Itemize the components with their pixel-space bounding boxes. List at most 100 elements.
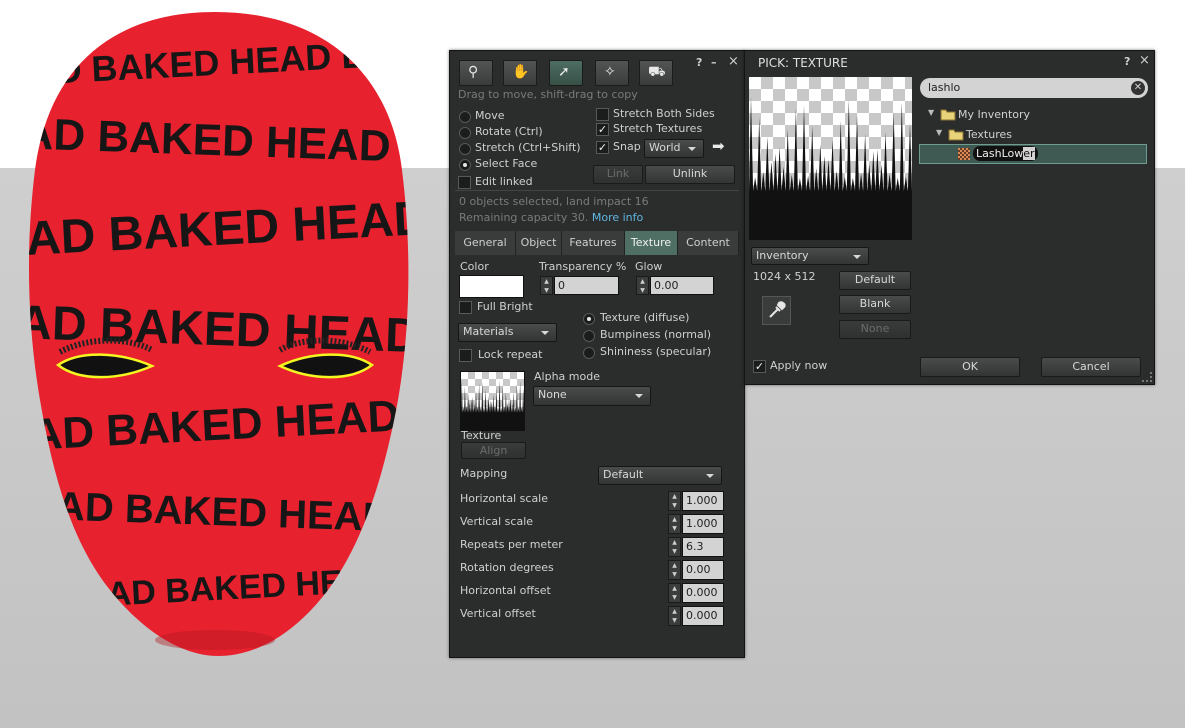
shininess-radio[interactable] [583,347,595,359]
cancel-button[interactable]: Cancel [1041,357,1141,377]
diffuse-radio[interactable] [583,313,595,325]
focus-tool[interactable]: ⚲ [459,60,493,86]
transparency-spinner[interactable]: ▲ ▼ [540,276,553,295]
snap-mode-select[interactable]: World [644,139,704,158]
divider [455,190,739,191]
help-button[interactable]: ? [696,56,702,69]
color-swatch[interactable] [459,275,524,298]
horizontal-offset-label: Horizontal offset [460,584,551,597]
lock-repeat-checkbox[interactable] [459,349,472,362]
land-tool[interactable]: ⛟ [639,60,673,86]
materials-select[interactable]: Materials [458,323,557,342]
clear-search-icon[interactable]: ✕ [1131,81,1145,95]
none-button[interactable]: None [839,320,911,339]
apply-now-checkbox[interactable]: ✓ [753,360,766,373]
tab-texture[interactable]: Texture [625,231,678,255]
link-button[interactable]: Link [593,165,643,184]
stretch-textures-checkbox[interactable]: ✓ [596,123,609,136]
texture-preview [749,77,912,240]
tree-item-selected[interactable]: LashLower [919,144,1147,164]
glow-input[interactable]: 0.00 [650,276,714,295]
texture-label: Texture [461,429,502,442]
tab-content[interactable]: Content [678,231,739,255]
diffuse-label: Texture (diffuse) [600,311,690,324]
glow-spinner[interactable]: ▲ ▼ [636,276,649,295]
glow-label: Glow [635,260,663,273]
tree-root-label[interactable]: My Inventory [958,108,1030,121]
picker-close-button[interactable]: × [1139,53,1150,68]
hand-icon: ✋ [512,64,530,80]
magnifier-icon: ⚲ [468,64,479,80]
select-face-label: Select Face [475,157,538,170]
vertical-scale-input[interactable]: 1.000 [682,514,724,534]
stretch-textures-label: Stretch Textures [613,122,703,135]
rotation-degrees-input[interactable]: 0.00 [682,560,724,580]
edit-linked-checkbox[interactable] [458,176,471,189]
transparency-input[interactable]: 0 [554,276,619,295]
align-button[interactable]: Align [461,442,526,459]
snap-checkbox[interactable]: ✓ [596,141,609,154]
tab-general[interactable]: General [455,231,516,255]
move-tool[interactable]: ✋ [503,60,537,86]
horizontal-offset-spinner[interactable]: ▲ ▼ [668,583,681,603]
full-bright-checkbox[interactable] [459,301,472,314]
rotate-radio[interactable] [459,127,471,139]
stretch-both-checkbox[interactable] [596,108,609,121]
lock-repeat-label: Lock repeat [478,348,543,361]
texture-thumbnail[interactable] [460,371,525,431]
vertical-scale-label: Vertical scale [460,515,534,528]
tab-features[interactable]: Features [562,231,625,255]
tree-item-label: LashLower [973,146,1038,161]
ok-button[interactable]: OK [920,357,1020,377]
texture-dimensions: 1024 x 512 [753,270,816,283]
expand-arrow-icon[interactable]: ▼ [928,108,934,117]
mapping-label: Mapping [460,467,508,480]
tab-object[interactable]: Object [516,231,562,255]
vertical-offset-input[interactable]: 0.000 [682,606,724,626]
horizontal-offset-input[interactable]: 0.000 [682,583,724,603]
more-info-link[interactable]: More info [592,211,643,224]
unlink-button[interactable]: Unlink [645,165,735,184]
tree-folder-label[interactable]: Textures [966,128,1012,141]
baked-head-model[interactable]: HEAD BAKED HEAD BAKEDHEAD BAKED HEAD BAK… [0,0,440,728]
picker-title: PICK: TEXTURE [758,56,848,70]
item-label-suffix: er [1023,147,1035,160]
source-select[interactable]: Inventory [751,247,869,265]
edit-tool[interactable]: ➚ [549,60,583,86]
alpha-mode-select[interactable]: None [533,386,651,406]
snap-label: Snap [613,140,641,153]
item-label-prefix: LashL [976,147,1008,160]
picker-help-button[interactable]: ? [1124,55,1130,68]
minimize-button[interactable]: – [711,56,717,69]
search-input[interactable]: lashlo ✕ [920,78,1148,98]
bumpiness-label: Bumpiness (normal) [600,328,712,341]
vertical-offset-spinner[interactable]: ▲ ▼ [668,606,681,626]
repeats-per-meter-spinner[interactable]: ▲ ▼ [668,537,681,557]
eyedropper-button[interactable] [762,296,791,325]
rotation-degrees-spinner[interactable]: ▲ ▼ [668,560,681,580]
lash-base [749,217,912,240]
full-bright-label: Full Bright [477,300,533,313]
close-button[interactable]: × [728,54,739,69]
magic-wand-icon: ✧ [604,64,616,80]
resize-handle-icon[interactable] [1142,372,1152,382]
repeats-per-meter-input[interactable]: 6.3 [682,537,724,557]
bumpiness-radio[interactable] [583,330,595,342]
expand-arrow-icon[interactable]: ▼ [936,128,942,137]
default-button[interactable]: Default [839,271,911,290]
vertical-scale-spinner[interactable]: ▲ ▼ [668,514,681,534]
pointer-icon: ➚ [558,64,570,80]
create-tool[interactable]: ✧ [595,60,629,86]
mapping-select[interactable]: Default [598,466,722,485]
select-face-radio[interactable] [459,159,471,171]
move-radio[interactable] [459,111,471,123]
item-label-match: ow [1007,147,1024,160]
blank-button[interactable]: Blank [839,295,911,314]
arrow-right-icon[interactable]: ➡ [712,137,725,155]
drag-hint: Drag to move, shift-drag to copy [458,88,638,101]
horizontal-scale-input[interactable]: 1.000 [682,491,724,511]
horizontal-scale-spinner[interactable]: ▲ ▼ [668,491,681,511]
stretch-radio[interactable] [459,143,471,155]
stretch-label: Stretch (Ctrl+Shift) [475,141,581,154]
selection-info: 0 objects selected, land impact 16 [459,195,649,208]
